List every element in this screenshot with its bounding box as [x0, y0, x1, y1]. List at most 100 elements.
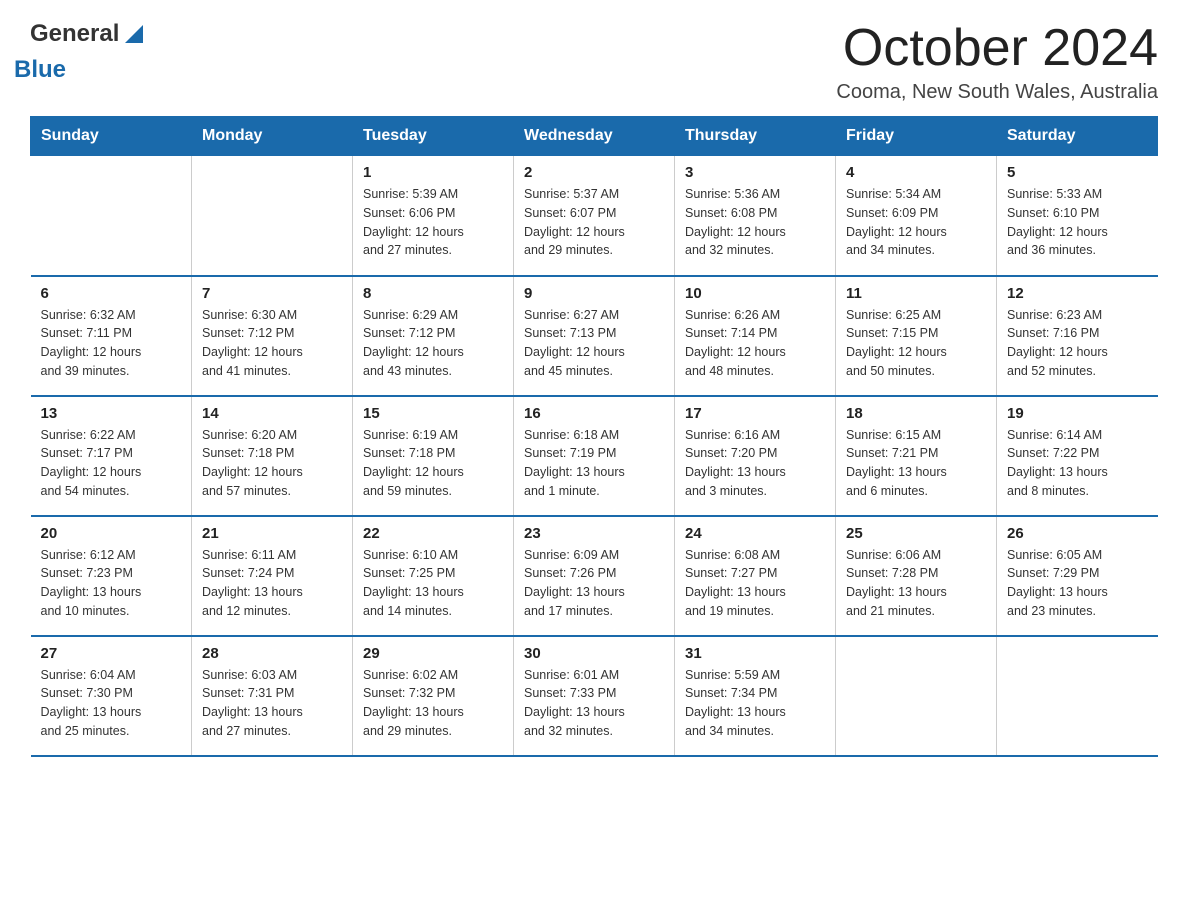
- day-info: Sunrise: 5:36 AM Sunset: 6:08 PM Dayligh…: [685, 185, 825, 260]
- day-info: Sunrise: 6:01 AM Sunset: 7:33 PM Dayligh…: [524, 666, 664, 741]
- calendar-cell: 4 Sunrise: 5:34 AM Sunset: 6:09 PM Daylig…: [836, 156, 997, 276]
- header-thursday: Thursday: [675, 117, 836, 156]
- calendar-cell: 10 Sunrise: 6:26 AM Sunset: 7:14 PM Dayli…: [675, 276, 836, 396]
- day-number: 29: [363, 645, 503, 662]
- day-info: Sunrise: 6:23 AM Sunset: 7:16 PM Dayligh…: [1007, 306, 1148, 381]
- logo-general: General: [30, 20, 119, 48]
- header-tuesday: Tuesday: [353, 117, 514, 156]
- day-info: Sunrise: 6:10 AM Sunset: 7:25 PM Dayligh…: [363, 546, 503, 621]
- calendar-cell: [31, 156, 192, 276]
- day-number: 17: [685, 405, 825, 422]
- day-number: 1: [363, 164, 503, 181]
- calendar-cell: 30 Sunrise: 6:01 AM Sunset: 7:33 PM Dayli…: [514, 636, 675, 756]
- calendar-week-row: 13 Sunrise: 6:22 AM Sunset: 7:17 PM Dayli…: [31, 396, 1158, 516]
- calendar-cell: 20Sunrise: 6:12 AM Sunset: 7:23 PM Dayli…: [31, 516, 192, 636]
- page-header: General Blue October 2024 Cooma, New Sou…: [30, 20, 1158, 106]
- calendar-cell: 17 Sunrise: 6:16 AM Sunset: 7:20 PM Dayli…: [675, 396, 836, 516]
- logo: General Blue: [30, 20, 143, 106]
- day-info: Sunrise: 6:04 AM Sunset: 7:30 PM Dayligh…: [41, 666, 182, 741]
- day-number: 11: [846, 285, 986, 302]
- day-number: 5: [1007, 164, 1148, 181]
- header-wednesday: Wednesday: [514, 117, 675, 156]
- calendar-cell: 24 Sunrise: 6:08 AM Sunset: 7:27 PM Dayli…: [675, 516, 836, 636]
- day-number: 4: [846, 164, 986, 181]
- calendar-header-row: SundayMondayTuesdayWednesdayThursdayFrid…: [31, 117, 1158, 156]
- day-number: 20: [41, 525, 182, 542]
- day-info: Sunrise: 6:05 AM Sunset: 7:29 PM Dayligh…: [1007, 546, 1148, 621]
- calendar-cell: 28 Sunrise: 6:03 AM Sunset: 7:31 PM Dayli…: [192, 636, 353, 756]
- day-number: 13: [41, 405, 182, 422]
- day-info: Sunrise: 6:14 AM Sunset: 7:22 PM Dayligh…: [1007, 426, 1148, 501]
- day-info: Sunrise: 6:09 AM Sunset: 7:26 PM Dayligh…: [524, 546, 664, 621]
- calendar-cell: 9Sunrise: 6:27 AM Sunset: 7:13 PM Daylig…: [514, 276, 675, 396]
- day-number: 24: [685, 525, 825, 542]
- day-number: 2: [524, 164, 664, 181]
- day-number: 30: [524, 645, 664, 662]
- calendar-cell: [997, 636, 1158, 756]
- day-info: Sunrise: 6:30 AM Sunset: 7:12 PM Dayligh…: [202, 306, 342, 381]
- day-number: 19: [1007, 405, 1148, 422]
- day-info: Sunrise: 6:19 AM Sunset: 7:18 PM Dayligh…: [363, 426, 503, 501]
- day-number: 18: [846, 405, 986, 422]
- header-friday: Friday: [836, 117, 997, 156]
- day-info: Sunrise: 5:39 AM Sunset: 6:06 PM Dayligh…: [363, 185, 503, 260]
- day-info: Sunrise: 6:29 AM Sunset: 7:12 PM Dayligh…: [363, 306, 503, 381]
- logo-blue: Blue: [14, 56, 143, 84]
- day-number: 15: [363, 405, 503, 422]
- header-monday: Monday: [192, 117, 353, 156]
- day-info: Sunrise: 6:16 AM Sunset: 7:20 PM Dayligh…: [685, 426, 825, 501]
- calendar-week-row: 20Sunrise: 6:12 AM Sunset: 7:23 PM Dayli…: [31, 516, 1158, 636]
- calendar-cell: 6 Sunrise: 6:32 AM Sunset: 7:11 PM Daylig…: [31, 276, 192, 396]
- day-info: Sunrise: 6:18 AM Sunset: 7:19 PM Dayligh…: [524, 426, 664, 501]
- calendar-cell: 14 Sunrise: 6:20 AM Sunset: 7:18 PM Dayli…: [192, 396, 353, 516]
- header-saturday: Saturday: [997, 117, 1158, 156]
- day-info: Sunrise: 6:32 AM Sunset: 7:11 PM Dayligh…: [41, 306, 182, 381]
- day-number: 23: [524, 525, 664, 542]
- calendar-cell: 18Sunrise: 6:15 AM Sunset: 7:21 PM Dayli…: [836, 396, 997, 516]
- day-number: 10: [685, 285, 825, 302]
- day-info: Sunrise: 6:26 AM Sunset: 7:14 PM Dayligh…: [685, 306, 825, 381]
- calendar-cell: 25Sunrise: 6:06 AM Sunset: 7:28 PM Dayli…: [836, 516, 997, 636]
- day-info: Sunrise: 6:22 AM Sunset: 7:17 PM Dayligh…: [41, 426, 182, 501]
- calendar-cell: 31Sunrise: 5:59 AM Sunset: 7:34 PM Dayli…: [675, 636, 836, 756]
- day-info: Sunrise: 6:02 AM Sunset: 7:32 PM Dayligh…: [363, 666, 503, 741]
- logo-triangle-icon: [125, 25, 143, 43]
- calendar-cell: 2 Sunrise: 5:37 AM Sunset: 6:07 PM Daylig…: [514, 156, 675, 276]
- header-sunday: Sunday: [31, 117, 192, 156]
- calendar-cell: 11 Sunrise: 6:25 AM Sunset: 7:15 PM Dayli…: [836, 276, 997, 396]
- day-number: 12: [1007, 285, 1148, 302]
- day-info: Sunrise: 6:25 AM Sunset: 7:15 PM Dayligh…: [846, 306, 986, 381]
- calendar-cell: 23 Sunrise: 6:09 AM Sunset: 7:26 PM Dayli…: [514, 516, 675, 636]
- calendar-cell: 12 Sunrise: 6:23 AM Sunset: 7:16 PM Dayli…: [997, 276, 1158, 396]
- day-number: 28: [202, 645, 342, 662]
- day-info: Sunrise: 6:06 AM Sunset: 7:28 PM Dayligh…: [846, 546, 986, 621]
- day-number: 6: [41, 285, 182, 302]
- day-number: 3: [685, 164, 825, 181]
- day-info: Sunrise: 5:37 AM Sunset: 6:07 PM Dayligh…: [524, 185, 664, 260]
- day-number: 14: [202, 405, 342, 422]
- day-info: Sunrise: 6:11 AM Sunset: 7:24 PM Dayligh…: [202, 546, 342, 621]
- day-info: Sunrise: 6:20 AM Sunset: 7:18 PM Dayligh…: [202, 426, 342, 501]
- day-info: Sunrise: 5:59 AM Sunset: 7:34 PM Dayligh…: [685, 666, 825, 741]
- calendar-cell: 1 Sunrise: 5:39 AM Sunset: 6:06 PM Daylig…: [353, 156, 514, 276]
- calendar-week-row: 27 Sunrise: 6:04 AM Sunset: 7:30 PM Dayli…: [31, 636, 1158, 756]
- day-info: Sunrise: 5:33 AM Sunset: 6:10 PM Dayligh…: [1007, 185, 1148, 260]
- day-info: Sunrise: 6:08 AM Sunset: 7:27 PM Dayligh…: [685, 546, 825, 621]
- title-block: October 2024 Cooma, New South Wales, Aus…: [836, 20, 1158, 104]
- day-info: Sunrise: 5:34 AM Sunset: 6:09 PM Dayligh…: [846, 185, 986, 260]
- calendar-cell: 27 Sunrise: 6:04 AM Sunset: 7:30 PM Dayli…: [31, 636, 192, 756]
- calendar-table: SundayMondayTuesdayWednesdayThursdayFrid…: [30, 116, 1158, 757]
- day-number: 21: [202, 525, 342, 542]
- day-number: 27: [41, 645, 182, 662]
- calendar-cell: 15 Sunrise: 6:19 AM Sunset: 7:18 PM Dayli…: [353, 396, 514, 516]
- calendar-cell: 8Sunrise: 6:29 AM Sunset: 7:12 PM Daylig…: [353, 276, 514, 396]
- day-number: 7: [202, 285, 342, 302]
- day-info: Sunrise: 6:03 AM Sunset: 7:31 PM Dayligh…: [202, 666, 342, 741]
- calendar-cell: 13 Sunrise: 6:22 AM Sunset: 7:17 PM Dayli…: [31, 396, 192, 516]
- day-number: 9: [524, 285, 664, 302]
- calendar-cell: 16Sunrise: 6:18 AM Sunset: 7:19 PM Dayli…: [514, 396, 675, 516]
- calendar-cell: [192, 156, 353, 276]
- calendar-week-row: 1 Sunrise: 5:39 AM Sunset: 6:06 PM Daylig…: [31, 156, 1158, 276]
- calendar-cell: 26Sunrise: 6:05 AM Sunset: 7:29 PM Dayli…: [997, 516, 1158, 636]
- calendar-cell: 3 Sunrise: 5:36 AM Sunset: 6:08 PM Daylig…: [675, 156, 836, 276]
